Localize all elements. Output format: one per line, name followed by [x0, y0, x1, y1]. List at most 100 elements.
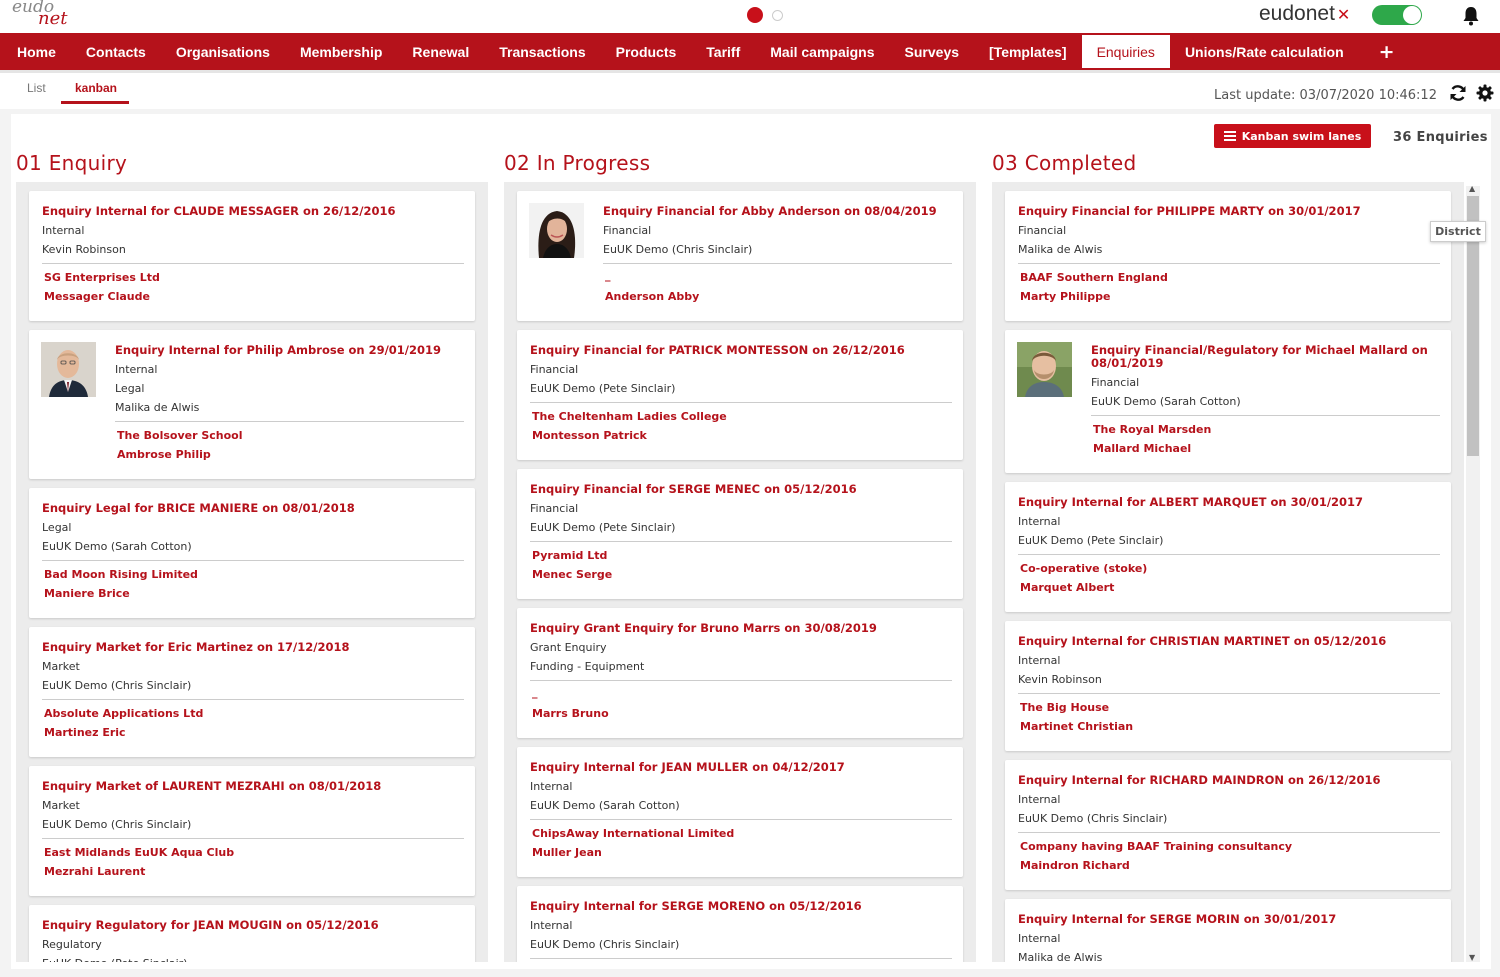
organisation-link[interactable]: Pyramid Ltd — [532, 549, 607, 562]
enquiry-card[interactable]: Enquiry Financial for PHILIPPE MARTY on … — [1005, 191, 1451, 321]
mode-toggle[interactable] — [1372, 5, 1422, 25]
card-title[interactable]: Enquiry Legal for BRICE MANIERE on 08/01… — [42, 502, 463, 515]
card-title[interactable]: Enquiry Internal for CLAUDE MESSAGER on … — [42, 205, 463, 218]
card-title[interactable]: Enquiry Internal for ALBERT MARQUET on 3… — [1018, 496, 1439, 509]
card-title[interactable]: Enquiry Internal for JEAN MULLER on 04/1… — [530, 761, 951, 774]
enquiry-card[interactable]: Enquiry Financial for SERGE MENEC on 05/… — [517, 469, 963, 599]
contact-link[interactable]: Ambrose Philip — [117, 448, 211, 461]
organisation-link[interactable]: The Big House — [1020, 701, 1109, 714]
nav-membership[interactable]: Membership — [285, 33, 397, 70]
nav-transactions[interactable]: Transactions — [484, 33, 600, 70]
contact-link[interactable]: Mezrahi Laurent — [44, 865, 145, 878]
enquiry-card[interactable]: Enquiry Internal for SERGE MORENO on 05/… — [517, 886, 963, 962]
card-title[interactable]: Enquiry Grant Enquiry for Bruno Marrs on… — [530, 622, 951, 635]
organisation-link[interactable]: Company having BAAF Training consultancy — [1020, 840, 1292, 853]
column-scrollbar[interactable]: ▲ ▼ — [1466, 184, 1480, 962]
column-in-progress: Enquiry Financial for Abby Anderson on 0… — [504, 182, 976, 962]
scroll-up-arrow-icon[interactable]: ▲ — [1469, 184, 1475, 193]
card-title[interactable]: Enquiry Regulatory for JEAN MOUGIN on 05… — [42, 919, 463, 932]
card-title[interactable]: Enquiry Financial for Abby Anderson on 0… — [603, 205, 951, 218]
enquiry-card[interactable]: Enquiry Internal for CLAUDE MESSAGER on … — [29, 191, 475, 321]
main-nav: Home Contacts Organisations Membership R… — [0, 33, 1500, 70]
nav-unions-rate-calculation[interactable]: Unions/Rate calculation — [1170, 33, 1359, 70]
nav-templates[interactable]: [Templates] — [974, 33, 1082, 70]
organisation-link[interactable]: The Bolsover School — [117, 429, 243, 442]
enquiry-card[interactable]: Enquiry Regulatory for JEAN MOUGIN on 05… — [29, 905, 475, 962]
contact-link[interactable]: Martinez Eric — [44, 726, 126, 739]
carousel-dot-active[interactable] — [747, 7, 763, 23]
enquiry-card[interactable]: Enquiry Financial/Regulatory for Michael… — [1005, 330, 1451, 473]
nav-mail-campaigns[interactable]: Mail campaigns — [755, 33, 889, 70]
nav-contacts[interactable]: Contacts — [71, 33, 161, 70]
contact-link[interactable]: Maniere Brice — [44, 587, 130, 600]
contact-link[interactable]: Anderson Abby — [605, 290, 699, 303]
empty-link-placeholder: _ — [605, 269, 611, 282]
enquiry-card[interactable]: Enquiry Internal for Philip Ambrose on 2… — [29, 330, 475, 479]
organisation-link[interactable]: Bad Moon Rising Limited — [44, 568, 198, 581]
organisation-link[interactable]: BAAF Southern England — [1020, 271, 1168, 284]
contact-link[interactable]: Muller Jean — [532, 846, 602, 859]
card-title[interactable]: Enquiry Internal for SERGE MORIN on 30/0… — [1018, 913, 1439, 926]
card-field: EuUK Demo (Sarah Cotton) — [530, 799, 680, 812]
organisation-link[interactable]: The Cheltenham Ladies College — [532, 410, 727, 423]
nav-enquiries[interactable]: Enquiries — [1081, 35, 1170, 68]
card-title[interactable]: Enquiry Financial for PHILIPPE MARTY on … — [1018, 205, 1439, 218]
contact-link[interactable]: Menec Serge — [532, 568, 612, 581]
card-title[interactable]: Enquiry Internal for Philip Ambrose on 2… — [115, 344, 463, 357]
card-title[interactable]: Enquiry Internal for SERGE MORENO on 05/… — [530, 900, 951, 913]
eudonet-logo[interactable]: eudo net — [10, 0, 70, 32]
organisation-link[interactable]: SG Enterprises Ltd — [44, 271, 160, 284]
enquiry-card[interactable]: Enquiry Market for Eric Martinez on 17/1… — [29, 627, 475, 757]
bell-icon[interactable] — [1462, 6, 1480, 26]
scroll-down-arrow-icon[interactable]: ▼ — [1469, 953, 1475, 962]
enquiry-card[interactable]: Enquiry Legal for BRICE MANIERE on 08/01… — [29, 488, 475, 618]
card-title[interactable]: Enquiry Internal for CHRISTIAN MARTINET … — [1018, 635, 1439, 648]
card-title[interactable]: Enquiry Financial for PATRICK MONTESSON … — [530, 344, 951, 357]
tab-kanban[interactable]: kanban — [75, 81, 117, 95]
organisation-link[interactable]: Co-operative (stoke) — [1020, 562, 1147, 575]
card-title[interactable]: Enquiry Financial/Regulatory for Michael… — [1091, 344, 1439, 370]
contact-link[interactable]: Maindron Richard — [1020, 859, 1130, 872]
card-title[interactable]: Enquiry Financial for SERGE MENEC on 05/… — [530, 483, 951, 496]
organisation-link[interactable]: East Midlands EuUK Aqua Club — [44, 846, 234, 859]
contact-link[interactable]: Mallard Michael — [1093, 442, 1191, 455]
enquiry-card[interactable]: Enquiry Market of LAURENT MEZRAHI on 08/… — [29, 766, 475, 896]
card-title[interactable]: Enquiry Internal for RICHARD MAINDRON on… — [1018, 774, 1439, 787]
enquiry-card[interactable]: Enquiry Internal for JEAN MULLER on 04/1… — [517, 747, 963, 877]
enquiry-card[interactable]: Enquiry Financial for PATRICK MONTESSON … — [517, 330, 963, 460]
enquiry-card[interactable]: Enquiry Grant Enquiry for Bruno Marrs on… — [517, 608, 963, 738]
card-field: Internal — [1018, 793, 1061, 806]
nav-home[interactable]: Home — [2, 33, 71, 70]
organisation-link[interactable]: ChipsAway International Limited — [532, 827, 734, 840]
enquiry-card[interactable]: Enquiry Internal for CHRISTIAN MARTINET … — [1005, 621, 1451, 751]
kanban-swim-lanes-button[interactable]: Kanban swim lanes — [1214, 124, 1371, 148]
enquiry-card[interactable]: Enquiry Internal for RICHARD MAINDRON on… — [1005, 760, 1451, 890]
card-title[interactable]: Enquiry Market of LAURENT MEZRAHI on 08/… — [42, 780, 463, 793]
contact-link[interactable]: Marrs Bruno — [532, 707, 609, 720]
swim-lanes-label: Kanban swim lanes — [1241, 129, 1362, 143]
enquiry-card[interactable]: Enquiry Internal for SERGE MORIN on 30/0… — [1005, 899, 1451, 962]
refresh-icon[interactable] — [1449, 84, 1467, 102]
carousel-dot-inactive[interactable] — [772, 10, 783, 21]
add-tab-button[interactable]: + — [1359, 33, 1407, 70]
contact-link[interactable]: Messager Claude — [44, 290, 150, 303]
organisation-link[interactable]: Absolute Applications Ltd — [44, 707, 203, 720]
enquiry-card[interactable]: Enquiry Internal for ALBERT MARQUET on 3… — [1005, 482, 1451, 612]
enquiry-card[interactable]: Enquiry Financial for Abby Anderson on 0… — [517, 191, 963, 321]
nav-renewal[interactable]: Renewal — [397, 33, 484, 70]
gear-icon[interactable] — [1476, 84, 1494, 102]
organisation-link[interactable]: The Royal Marsden — [1093, 423, 1211, 436]
nav-tariff[interactable]: Tariff — [691, 33, 755, 70]
district-tooltip: District — [1430, 221, 1486, 242]
nav-surveys[interactable]: Surveys — [890, 33, 974, 70]
tab-list[interactable]: List — [27, 81, 46, 95]
contact-link[interactable]: Marty Philippe — [1020, 290, 1110, 303]
card-separator — [530, 541, 952, 542]
card-separator — [530, 819, 952, 820]
nav-products[interactable]: Products — [601, 33, 692, 70]
contact-link[interactable]: Marquet Albert — [1020, 581, 1114, 594]
contact-link[interactable]: Martinet Christian — [1020, 720, 1133, 733]
nav-organisations[interactable]: Organisations — [161, 33, 285, 70]
card-title[interactable]: Enquiry Market for Eric Martinez on 17/1… — [42, 641, 463, 654]
contact-link[interactable]: Montesson Patrick — [532, 429, 647, 442]
